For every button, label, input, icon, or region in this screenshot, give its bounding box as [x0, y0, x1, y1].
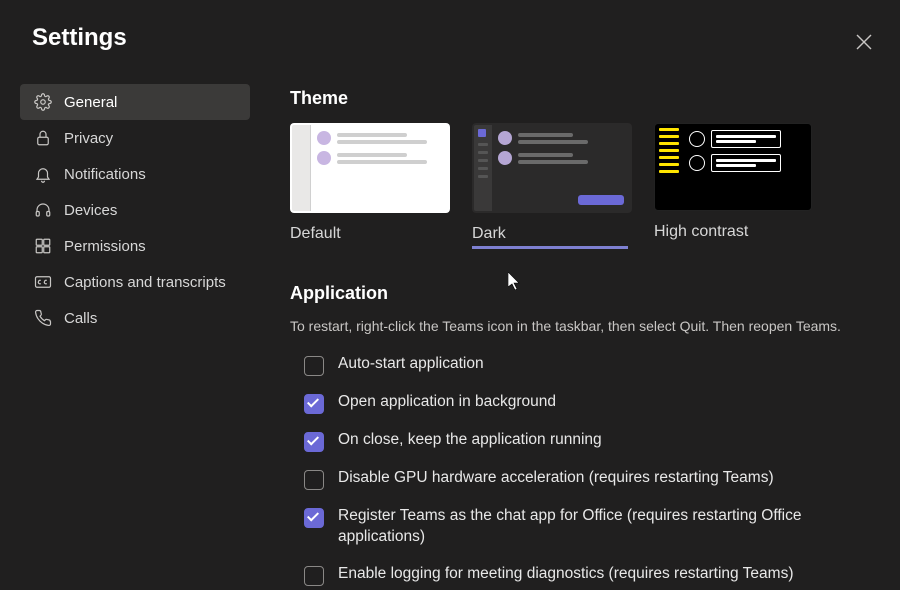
theme-option-dark[interactable]: Dark	[472, 123, 632, 249]
sidebar-item-label: Calls	[64, 310, 97, 327]
application-help-text: To restart, right-click the Teams icon i…	[290, 318, 870, 334]
theme-thumbnail-high-contrast	[654, 123, 812, 211]
headset-icon	[34, 201, 52, 219]
theme-option-default[interactable]: Default	[290, 123, 450, 249]
sidebar-item-permissions[interactable]: Permissions	[20, 228, 250, 264]
gear-icon	[34, 93, 52, 111]
content-panel: Theme Default	[290, 88, 870, 590]
sidebar-item-calls[interactable]: Calls	[20, 300, 250, 336]
sidebar-item-captions[interactable]: Captions and transcripts	[20, 264, 250, 300]
check-row-open-in-bg: Open application in background	[290, 388, 870, 426]
lock-icon	[34, 129, 52, 147]
checkbox-enable-logging[interactable]	[304, 566, 324, 586]
check-label: Enable logging for meeting diagnostics (…	[338, 564, 793, 585]
sidebar-item-label: Notifications	[64, 166, 146, 183]
check-label: Open application in background	[338, 392, 556, 413]
check-label: Disable GPU hardware acceleration (requi…	[338, 468, 774, 489]
cursor-icon	[508, 272, 522, 290]
cc-icon	[34, 273, 52, 291]
check-row-register-chat: Register Teams as the chat app for Offic…	[290, 502, 870, 560]
checkbox-open-in-bg[interactable]	[304, 394, 324, 414]
application-section: Application To restart, right-click the …	[290, 283, 870, 590]
sidebar-item-label: Captions and transcripts	[64, 274, 226, 291]
sidebar-item-label: General	[64, 94, 117, 111]
sidebar-item-label: Permissions	[64, 238, 146, 255]
checkbox-keep-running[interactable]	[304, 432, 324, 452]
sidebar-item-label: Devices	[64, 202, 117, 219]
sidebar: General Privacy Notifications Devices Pe…	[20, 84, 250, 336]
bell-icon	[34, 165, 52, 183]
theme-option-high-contrast[interactable]: High contrast	[654, 123, 812, 249]
check-row-autostart: Auto-start application	[290, 350, 870, 388]
check-label: On close, keep the application running	[338, 430, 602, 451]
sidebar-item-devices[interactable]: Devices	[20, 192, 250, 228]
checkbox-disable-gpu[interactable]	[304, 470, 324, 490]
check-label: Register Teams as the chat app for Offic…	[338, 506, 838, 548]
application-section-title: Application	[290, 283, 870, 304]
sidebar-item-general[interactable]: General	[20, 84, 250, 120]
apps-icon	[34, 237, 52, 255]
check-row-keep-running: On close, keep the application running	[290, 426, 870, 464]
settings-window: Settings General Privacy Notifications	[0, 0, 900, 590]
close-button[interactable]	[852, 30, 876, 54]
sidebar-item-privacy[interactable]: Privacy	[20, 120, 250, 156]
check-row-enable-logging: Enable logging for meeting diagnostics (…	[290, 560, 870, 590]
theme-section-title: Theme	[290, 88, 870, 109]
check-label: Auto-start application	[338, 354, 484, 375]
theme-label: High contrast	[654, 223, 812, 241]
sidebar-item-notifications[interactable]: Notifications	[20, 156, 250, 192]
checkbox-register-chat[interactable]	[304, 508, 324, 528]
theme-label: Default	[290, 225, 450, 243]
theme-thumbnail-default	[290, 123, 450, 213]
theme-thumbnail-dark	[472, 123, 632, 213]
check-row-disable-gpu: Disable GPU hardware acceleration (requi…	[290, 464, 870, 502]
close-icon	[856, 34, 872, 50]
page-title: Settings	[32, 24, 127, 52]
sidebar-item-label: Privacy	[64, 130, 113, 147]
theme-options: Default Dark	[290, 123, 870, 249]
checkbox-autostart[interactable]	[304, 356, 324, 376]
theme-label: Dark	[472, 225, 628, 249]
phone-icon	[34, 309, 52, 327]
